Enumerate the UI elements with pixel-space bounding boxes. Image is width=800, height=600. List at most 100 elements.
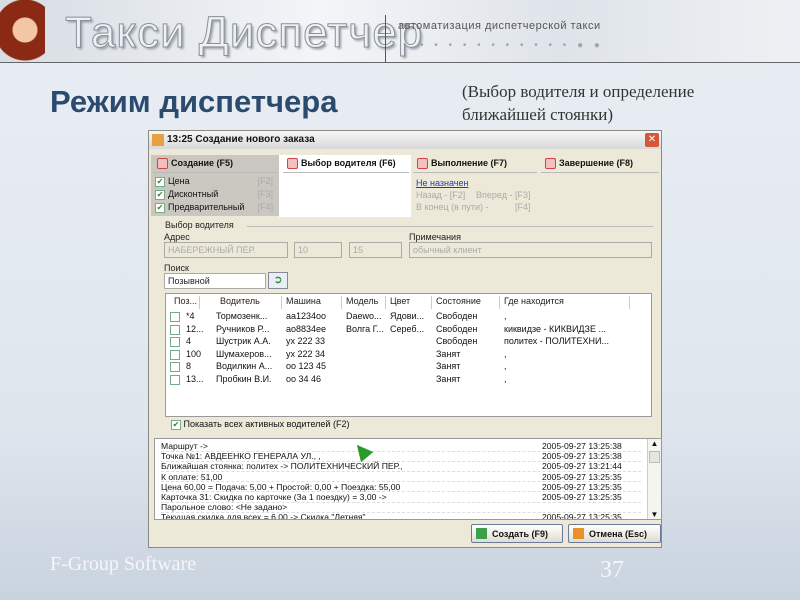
brand-logo: Такси Диспетчер xyxy=(64,8,424,58)
cell-driver: Водилкин А... xyxy=(216,361,273,372)
cell-car: аа1234оо xyxy=(286,311,327,321)
log-entry: Парольное слово: <Не задано> xyxy=(161,502,641,513)
row-checkbox[interactable] xyxy=(170,375,180,385)
log-timestamp: 2005-09-27 13:25:35 xyxy=(542,471,622,482)
tab-icon xyxy=(417,158,428,169)
cell-car: ао8834ее xyxy=(286,323,327,334)
option-discount[interactable]: ✔ Дисконтный [F3] xyxy=(155,189,277,202)
cell-car: ух 222 34 xyxy=(286,348,326,359)
cell-driver: Ручников Р... xyxy=(216,323,270,334)
footer-company: F-Group Software xyxy=(50,553,197,575)
to-end-key: [F4] xyxy=(515,202,531,212)
subtitle-line: ближайшей стоянки) xyxy=(462,105,614,124)
cell-driver: Шустрик А.А. xyxy=(216,336,271,347)
show-all-drivers-checkbox[interactable]: ✔ Показать всех активных водителей (F2) xyxy=(171,419,349,430)
close-button[interactable]: ✕ xyxy=(645,133,659,147)
address-field[interactable]: НАБЕРЕЖНЫЙ ПЕР. xyxy=(164,242,288,258)
option-label: Цена xyxy=(168,176,190,186)
table-row[interactable]: 12... Ручников Р... ао8834ее Волга Г... Сере… xyxy=(166,324,636,337)
title-bar: 13:25 Создание нового заказа xyxy=(149,131,661,149)
address-label: Адрес xyxy=(164,232,190,242)
button-label: Создать (F9) xyxy=(492,529,549,539)
option-label: Предварительный xyxy=(168,202,245,212)
plus-icon xyxy=(476,528,487,539)
not-assigned-link[interactable]: Не назначен xyxy=(416,178,468,188)
cell-pos: *4 xyxy=(186,311,195,321)
log-timestamp: 2005-09-27 13:25:35 xyxy=(542,481,622,492)
column-header[interactable]: Поз... xyxy=(170,296,200,309)
log-timestamp: 2005-09-27 13:21:44 xyxy=(542,461,622,472)
cell-state: Свободен xyxy=(436,323,478,334)
table-row[interactable]: *4 Тормозенк... аа1234оо Daewo... Ядови... Св… xyxy=(166,311,636,324)
table-row[interactable]: 13... Пробкин В.И. оо 34 46 Занят, xyxy=(166,374,636,387)
cell-state: Занят xyxy=(436,348,461,359)
cell-pos: 8 xyxy=(186,361,192,372)
cell-color: Сереб... xyxy=(390,323,425,334)
cell-location: , xyxy=(504,348,507,359)
checkbox-checked[interactable]: ✔ xyxy=(155,202,165,213)
cell-location: , xyxy=(504,311,507,321)
log-entry: Цена 60,00 = Подача: 5,00 + Простой: 0,0… xyxy=(161,482,641,493)
scrollbar[interactable]: ▲ ▼ xyxy=(647,439,661,519)
tab-completion[interactable]: Завершение (F8) xyxy=(541,155,659,173)
drivers-table: Поз... Водитель Машина Модель Цвет Состо… xyxy=(165,293,652,417)
column-header[interactable]: Модель xyxy=(342,296,386,309)
column-header[interactable]: Цвет xyxy=(386,296,432,309)
cell-pos: 100 xyxy=(186,348,202,359)
row-checkbox[interactable] xyxy=(170,362,180,373)
subtitle-line: (Выбор водителя и определение xyxy=(462,82,695,101)
cell-pos: 4 xyxy=(186,336,192,347)
cancel-button[interactable]: Отмена (Esc) xyxy=(568,524,661,543)
cell-location: политех - ПОЛИТЕХНИ... xyxy=(504,336,610,347)
table-row[interactable]: 4 Шустрик А.А. ух 222 33 Свободен политех - … xyxy=(166,336,636,349)
cell-model: Волга Г... xyxy=(346,323,384,334)
search-button[interactable]: ➲ xyxy=(268,272,288,289)
checkbox-checked[interactable]: ✔ xyxy=(155,176,165,187)
house-field[interactable]: 10 xyxy=(294,242,342,258)
order-log: Маршрут -> 2005-09-27 13:25:38 Точка №1: А… xyxy=(154,438,662,520)
table-row[interactable]: 8 Водилкин А... оо 123 45 Занят, xyxy=(166,361,636,374)
tab-creation[interactable]: Создание (F5) xyxy=(153,155,277,173)
search-icon: ➲ xyxy=(273,274,283,286)
cell-driver: Пробкин В.И. xyxy=(216,374,272,384)
cell-driver: Тормозенк... xyxy=(216,311,268,321)
cell-state: Занят xyxy=(436,361,461,372)
checkbox-checked[interactable]: ✔ xyxy=(171,419,181,430)
row-checkbox[interactable] xyxy=(170,337,180,348)
column-header[interactable]: Водитель xyxy=(216,296,282,309)
table-row[interactable]: 100 Шумахеров... ух 222 34 Занят, xyxy=(166,349,636,362)
log-text: Карточка 31: Скидка по карточке (За 1 по… xyxy=(161,492,387,502)
column-header[interactable]: Машина xyxy=(282,296,342,309)
column-header[interactable]: Где находится xyxy=(500,296,630,309)
option-price[interactable]: ✔ Цена [F2] xyxy=(155,176,277,189)
checkbox-checked[interactable]: ✔ xyxy=(155,189,165,200)
log-entry: Ближайшая стоянка: политех -> ПОЛИТЕХНИЧ… xyxy=(161,461,641,472)
create-button[interactable]: Создать (F9) xyxy=(471,524,563,543)
forward-action: Вперед - [F3] xyxy=(476,190,531,200)
tab-driver-selection[interactable]: Выбор водителя (F6) xyxy=(283,155,409,173)
cell-state: Свободен xyxy=(436,311,478,321)
cell-state: Занят xyxy=(436,374,461,384)
slide-title: Режим диспетчера xyxy=(50,84,338,119)
notes-field[interactable]: обычный клиент xyxy=(409,242,652,258)
cell-model: Daewo... xyxy=(346,311,382,321)
hotkey: [F3] xyxy=(257,189,273,199)
scroll-up-icon[interactable]: ▲ xyxy=(648,439,661,448)
column-header[interactable]: Состояние xyxy=(432,296,500,309)
option-preliminary[interactable]: ✔ Предварительный [F4] xyxy=(155,202,277,215)
log-text: Текущая скидка для всех = 6,00 -> Скидка… xyxy=(161,512,366,520)
slide-subtitle: (Выбор водителя и определение ближайшей с… xyxy=(462,80,694,126)
tagline: автоматизация диспетчерской такси xyxy=(398,20,601,32)
window-title: 13:25 Создание нового заказа xyxy=(167,134,315,145)
apartment-field[interactable]: 15 xyxy=(349,242,402,258)
scroll-thumb[interactable] xyxy=(649,451,660,463)
scroll-down-icon[interactable]: ▼ xyxy=(648,510,661,519)
log-entry: Маршрут -> 2005-09-27 13:25:38 xyxy=(161,441,641,452)
row-checkbox[interactable] xyxy=(170,324,180,335)
row-checkbox[interactable] xyxy=(170,349,180,360)
tab-execution[interactable]: Выполнение (F7) xyxy=(413,155,537,173)
row-checkbox[interactable] xyxy=(170,312,180,322)
search-input[interactable]: Позывной xyxy=(164,273,266,289)
tab-label: Выбор водителя (F6) xyxy=(301,158,396,168)
cell-location: , xyxy=(504,361,507,372)
